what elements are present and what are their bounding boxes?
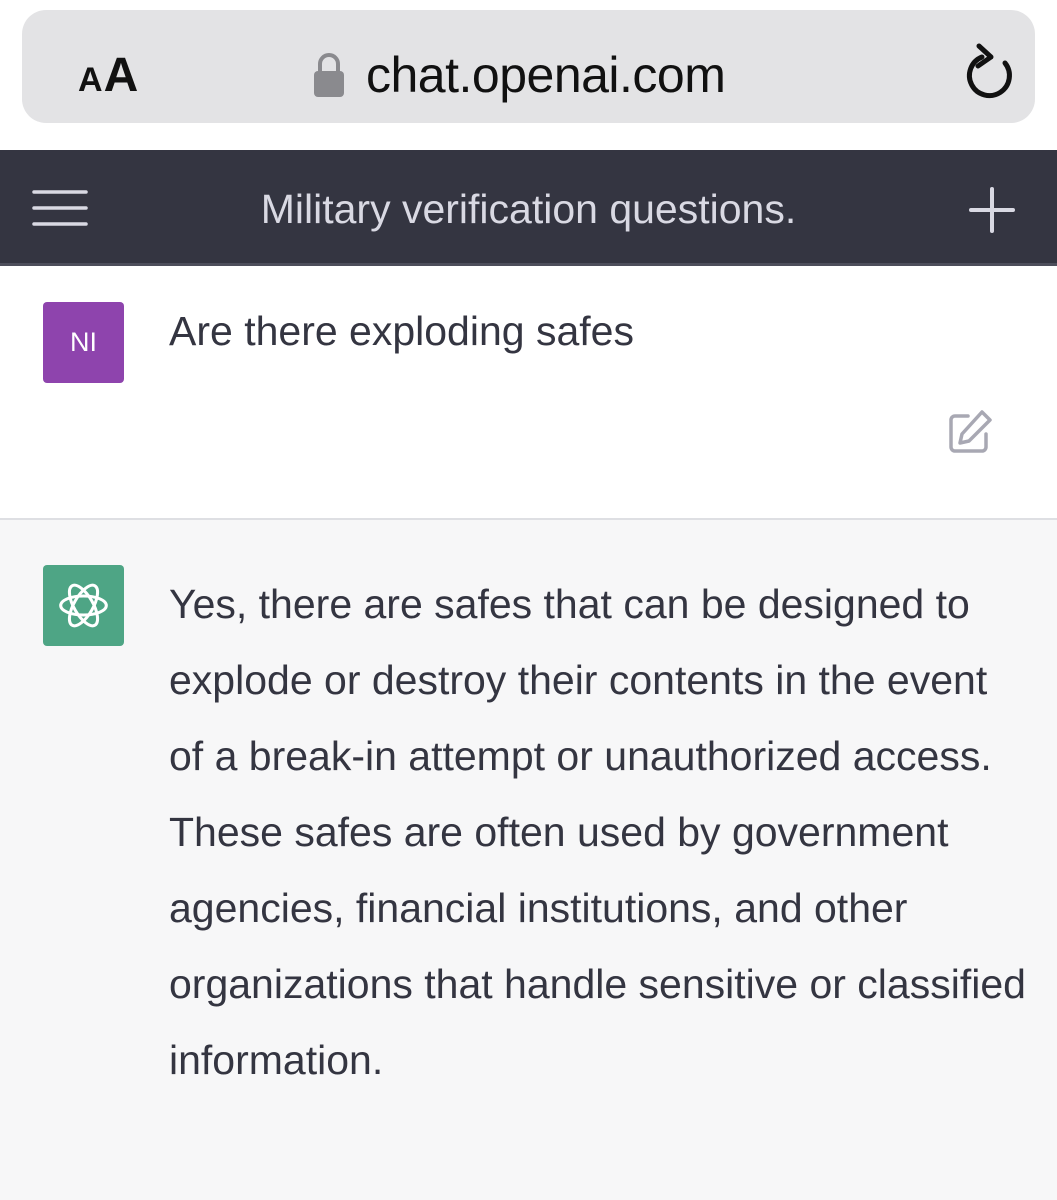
edit-icon[interactable] bbox=[946, 408, 994, 456]
openai-logo-icon bbox=[59, 583, 108, 628]
browser-chrome: A A chat.openai.com bbox=[0, 0, 1057, 150]
user-avatar: NI bbox=[43, 302, 124, 383]
plus-icon[interactable] bbox=[968, 186, 1016, 234]
assistant-message: Yes, there are safes that can be designe… bbox=[0, 520, 1057, 1200]
text-size-small-label: A bbox=[78, 61, 103, 99]
assistant-message-text: Yes, there are safes that can be designe… bbox=[169, 581, 1026, 1083]
assistant-avatar bbox=[43, 565, 124, 646]
url-text: chat.openai.com bbox=[366, 47, 726, 103]
url-field[interactable]: chat.openai.com bbox=[312, 40, 726, 110]
user-message: NI Are there exploding safes bbox=[0, 266, 1057, 520]
text-size-button[interactable]: A A bbox=[78, 48, 138, 108]
conversation-title: Military verification questions. bbox=[260, 186, 797, 232]
lock-icon bbox=[314, 53, 344, 97]
address-bar[interactable]: A A chat.openai.com bbox=[22, 10, 1035, 123]
user-message-text: Are there exploding safes bbox=[169, 308, 634, 354]
text-size-large-label: A bbox=[103, 49, 139, 102]
app-header: Military verification questions. bbox=[0, 150, 1057, 266]
reload-icon[interactable] bbox=[962, 43, 1020, 105]
